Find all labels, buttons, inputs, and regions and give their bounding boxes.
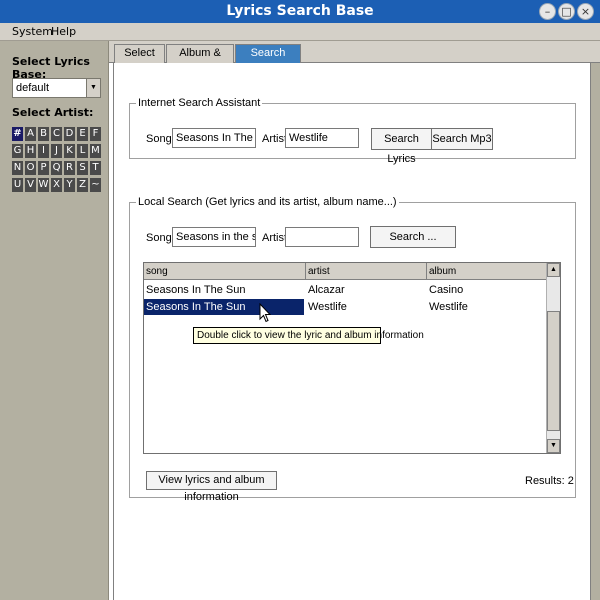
artist-label: Select Artist:: [12, 106, 94, 119]
letter-button[interactable]: B: [38, 127, 49, 141]
internet-song-label: Song:: [146, 133, 175, 145]
scroll-up-icon[interactable]: ▲: [547, 263, 560, 277]
menu-system[interactable]: System: [12, 25, 53, 38]
lyrics-base-select[interactable]: default ▼: [12, 78, 101, 98]
cell-album: Casino: [429, 284, 464, 296]
letter-button[interactable]: H: [25, 144, 36, 158]
window-title: Lyrics Search Base: [226, 3, 374, 19]
cell-song: Seasons In The Sun: [144, 299, 304, 315]
column-header-artist[interactable]: artist: [306, 263, 427, 280]
letter-button[interactable]: R: [64, 161, 75, 175]
letter-button[interactable]: D: [64, 127, 75, 141]
letter-button[interactable]: C: [51, 127, 62, 141]
letter-button[interactable]: #: [12, 127, 23, 141]
letter-button[interactable]: F: [90, 127, 101, 141]
internet-search-title: Internet Search Assistant: [136, 97, 263, 109]
title-bar: Lyrics Search Base – □ ×: [0, 0, 600, 23]
tab-search-lyrics[interactable]: Search Lyrics: [235, 44, 301, 76]
search-lyrics-button[interactable]: Search Lyrics: [371, 128, 432, 165]
letter-button[interactable]: L: [77, 144, 88, 158]
table-row-selected[interactable]: Seasons In The Sun Westlife Westlife: [144, 299, 547, 315]
letter-button[interactable]: X: [51, 178, 62, 192]
menu-bar: System Help: [0, 23, 600, 41]
letter-button[interactable]: V: [25, 178, 36, 192]
letter-button[interactable]: ~: [90, 178, 101, 192]
letter-button[interactable]: J: [51, 144, 62, 158]
internet-song-input[interactable]: Seasons In The Sun: [172, 128, 256, 148]
letter-button[interactable]: N: [12, 161, 23, 175]
results-table[interactable]: song artist album Seasons In The Sun Alc…: [143, 262, 561, 454]
letter-button[interactable]: Y: [64, 178, 75, 192]
cell-album: Westlife: [429, 301, 468, 313]
internet-artist-input[interactable]: Westlife: [285, 128, 359, 148]
search-mp3-button[interactable]: Search Mp3: [431, 128, 493, 150]
letter-button[interactable]: P: [38, 161, 49, 175]
lyrics-base-value: default: [16, 82, 50, 94]
local-search-title: Local Search (Get lyrics and its artist,…: [136, 196, 399, 208]
table-scrollbar[interactable]: ▲ ▼: [546, 263, 560, 453]
scroll-thumb[interactable]: [547, 311, 560, 431]
mouse-cursor-icon: [259, 303, 271, 323]
local-song-input[interactable]: Seasons in the sun: [172, 227, 256, 247]
chevron-down-icon[interactable]: ▼: [86, 79, 100, 97]
letter-button[interactable]: M: [90, 144, 101, 158]
letter-button[interactable]: A: [25, 127, 36, 141]
tooltip: Double click to view the lyric and album…: [193, 327, 424, 344]
tab-album-songs[interactable]: Album & Songs: [166, 44, 234, 76]
letter-button[interactable]: Z: [77, 178, 88, 192]
letter-button[interactable]: U: [12, 178, 23, 192]
results-count: Results: 2: [525, 475, 574, 487]
sidebar: Select Lyrics Base: default ▼ Select Art…: [0, 41, 109, 600]
menu-help[interactable]: Help: [51, 25, 76, 38]
cell-artist: Alcazar: [308, 284, 345, 296]
letter-button[interactable]: S: [77, 161, 88, 175]
scroll-down-icon[interactable]: ▼: [547, 439, 560, 453]
local-artist-input[interactable]: [285, 227, 359, 247]
letter-button[interactable]: T: [90, 161, 101, 175]
tab-select-artist[interactable]: Select Artist: [114, 44, 165, 76]
letter-button[interactable]: Q: [51, 161, 62, 175]
cell-song: Seasons In The Sun: [146, 284, 246, 296]
table-row[interactable]: Seasons In The Sun Alcazar Casino: [144, 282, 547, 298]
letter-button[interactable]: K: [64, 144, 75, 158]
view-lyrics-button[interactable]: View lyrics and album information: [146, 471, 277, 503]
cell-artist: Westlife: [308, 301, 347, 313]
column-header-album[interactable]: album: [427, 263, 547, 280]
right-border: [591, 63, 600, 600]
close-icon[interactable]: ×: [577, 3, 594, 20]
column-header-song[interactable]: song: [144, 263, 306, 280]
letter-button[interactable]: I: [38, 144, 49, 158]
tab-bar: Select Artist Album & Songs Search Lyric…: [109, 41, 600, 76]
letter-button[interactable]: W: [38, 178, 49, 192]
local-search-button[interactable]: Search ...: [370, 226, 456, 248]
maximize-icon[interactable]: □: [558, 3, 575, 20]
letter-button[interactable]: O: [25, 161, 36, 175]
letter-button[interactable]: E: [77, 127, 88, 141]
letter-button[interactable]: G: [12, 144, 23, 158]
minimize-icon[interactable]: –: [539, 3, 556, 20]
local-song-label: Song:: [146, 232, 175, 244]
